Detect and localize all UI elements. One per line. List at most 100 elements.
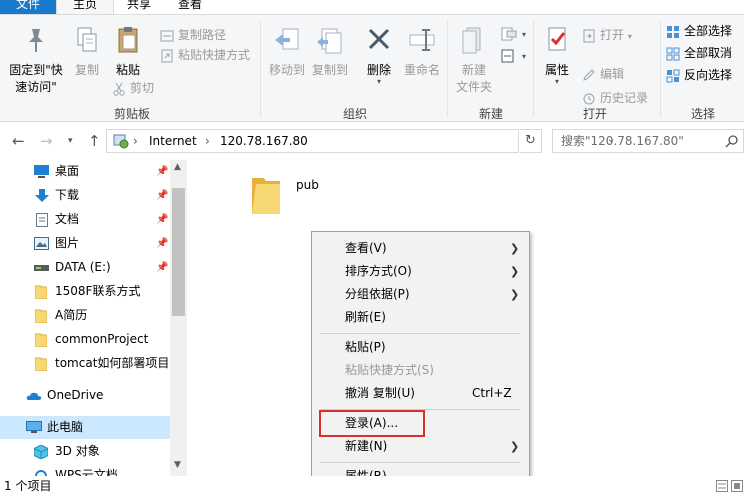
nav-item-documents[interactable]: 文档 📌 — [0, 208, 170, 231]
pin-icon: 📌 — [156, 214, 169, 225]
menu-item-group[interactable]: 分组依据(P) ❯ — [314, 283, 527, 306]
clipboard-group-label: 剪贴板 — [113, 107, 150, 121]
menu-separator — [320, 462, 520, 463]
organize-group-label: 组织 — [342, 107, 367, 121]
nav-item-wps-cloud[interactable]: WPS云文档 — [0, 464, 170, 476]
menu-item-label: 查看(V) — [345, 241, 387, 255]
properties-icon — [548, 27, 566, 51]
folder-item-pub[interactable]: pub — [246, 172, 336, 222]
scroll-down-chevron-icon[interactable]: ▼ — [174, 460, 181, 470]
copy-button[interactable]: 复制 — [70, 25, 104, 79]
properties-dropdown-icon[interactable]: ▾ — [538, 78, 576, 86]
select-none-icon — [666, 47, 680, 60]
menu-item-shortcut: Ctrl+Z — [472, 386, 512, 400]
nav-item-folder[interactable]: tomcat如何部署项目, — [0, 352, 170, 375]
easy-access-button[interactable]: ▾ — [500, 45, 526, 65]
forward-arrow-icon[interactable]: → — [40, 132, 53, 150]
network-location-icon — [113, 134, 129, 149]
folder-icon — [35, 285, 47, 299]
nav-item-label: 文档 — [55, 212, 80, 226]
copy-to-button[interactable]: 复制到 — [309, 25, 351, 79]
edit-button[interactable]: 编辑 — [582, 64, 624, 84]
nav-item-folder[interactable]: 1508F联系方式 — [0, 280, 170, 303]
details-view-icon[interactable] — [716, 480, 728, 492]
nav-item-folder[interactable]: commonProject — [0, 328, 170, 351]
menu-item-paste[interactable]: 粘贴(P) — [314, 336, 527, 359]
menu-item-label: 粘贴快捷方式(S) — [345, 363, 434, 377]
properties-button[interactable]: 属性 ▾ — [538, 25, 576, 86]
move-to-icon — [275, 28, 299, 50]
nav-item-onedrive[interactable]: OneDrive — [0, 384, 170, 407]
address-segment-host[interactable]: 120.78.167.80 — [220, 134, 308, 148]
paste-shortcut-button[interactable]: 粘贴快捷方式 — [160, 45, 250, 65]
new-folder-button[interactable]: 新建 文件夹 — [452, 25, 496, 96]
open-dropdown-icon: ▾ — [627, 32, 632, 41]
nav-item-label: A简历 — [55, 308, 88, 322]
scroll-up-chevron-icon[interactable]: ▲ — [174, 162, 181, 172]
wps-cloud-icon — [35, 470, 47, 476]
large-icons-view-icon[interactable] — [731, 480, 743, 492]
paste-shortcut-icon — [161, 49, 173, 62]
search-input[interactable] — [553, 130, 723, 152]
nav-item-label: 3D 对象 — [55, 444, 100, 458]
menu-item-paste-shortcut[interactable]: 粘贴快捷方式(S) — [314, 359, 527, 382]
tab-view[interactable]: 查看 — [164, 0, 216, 14]
copy-path-button[interactable]: 复制路径 — [160, 25, 226, 45]
address-bar[interactable]: › Internet › 120.78.167.80 ⌄ — [106, 129, 615, 153]
select-all-button[interactable]: 全部选择 — [666, 21, 732, 41]
tab-home[interactable]: 主页 — [56, 0, 114, 14]
edit-icon — [583, 68, 595, 81]
pin-to-quick-access-button[interactable]: 固定到"快 速访问" — [4, 25, 68, 96]
delete-button[interactable]: 删除 ▾ — [362, 25, 396, 86]
nav-item-folder[interactable]: A简历 — [0, 304, 170, 327]
pin-icon: 📌 — [156, 166, 169, 177]
nav-item-label: DATA (E:) — [55, 260, 111, 274]
select-group-label: 选择 — [690, 107, 715, 121]
nav-item-3d-objects[interactable]: 3D 对象 — [0, 440, 170, 463]
up-arrow-icon[interactable]: ↑ — [88, 132, 101, 150]
nav-item-downloads[interactable]: 下载 📌 — [0, 184, 170, 207]
nav-item-this-pc[interactable]: 此电脑 — [0, 416, 170, 439]
nav-item-label: 下载 — [55, 188, 80, 202]
move-to-label: 移动到 — [268, 63, 305, 77]
address-segment-internet[interactable]: Internet — [149, 134, 197, 148]
nav-item-pictures[interactable]: 图片 📌 — [0, 232, 170, 255]
address-chevron-icon[interactable]: › — [133, 134, 138, 148]
move-to-button[interactable]: 移动到 — [266, 25, 308, 79]
recent-locations-chevron-icon[interactable]: ▾ — [68, 136, 73, 146]
back-arrow-icon[interactable]: ← — [12, 132, 25, 150]
address-chevron-icon[interactable]: › — [205, 134, 210, 148]
copy-path-label: 复制路径 — [178, 28, 227, 42]
paste-button[interactable]: 粘贴 — [110, 25, 146, 79]
nav-item-desktop[interactable]: 桌面 📌 — [0, 160, 170, 183]
paste-icon — [118, 27, 138, 53]
search-box[interactable] — [552, 129, 744, 153]
nav-item-label: WPS云文档 — [55, 468, 118, 476]
file-explorer-window: 文件 主页 共享 查看 固定到"快 速访问" 复制 粘贴 复制路径 粘贴快捷方式… — [0, 0, 744, 496]
scrollbar-thumb[interactable] — [172, 188, 185, 316]
search-icon[interactable] — [725, 134, 739, 148]
tab-share[interactable]: 共享 — [114, 0, 164, 14]
rename-button[interactable]: 重命名 — [401, 25, 443, 79]
select-none-button[interactable]: 全部取消 — [666, 43, 732, 63]
delete-dropdown-icon[interactable]: ▾ — [362, 78, 396, 86]
nav-pane-scrollbar[interactable]: ▲ ▼ — [170, 160, 187, 476]
menu-item-undo-copy[interactable]: 撤消 复制(U) Ctrl+Z — [314, 382, 527, 405]
rename-label: 重命名 — [403, 63, 440, 77]
menu-item-new[interactable]: 新建(N) ❯ — [314, 435, 527, 458]
folder-item-label: pub — [296, 178, 319, 192]
tab-file[interactable]: 文件 — [0, 0, 56, 14]
menu-item-view[interactable]: 查看(V) ❯ — [314, 237, 527, 260]
nav-item-drive-e[interactable]: DATA (E:) 📌 — [0, 256, 170, 279]
cut-button[interactable]: 剪切 — [112, 78, 154, 98]
paste-shortcut-label: 粘贴快捷方式 — [178, 48, 251, 62]
copy-icon — [77, 27, 97, 52]
menu-item-refresh[interactable]: 刷新(E) — [314, 306, 527, 329]
invert-selection-button[interactable]: 反向选择 — [666, 65, 732, 85]
history-label: 历史记录 — [600, 91, 649, 105]
menu-item-sort[interactable]: 排序方式(O) ❯ — [314, 260, 527, 283]
easy-access-dropdown-icon: ▾ — [522, 52, 527, 61]
refresh-icon[interactable]: ↻ — [520, 129, 542, 153]
new-item-button[interactable]: ▾ — [500, 23, 526, 43]
open-button[interactable]: 打开 ▾ — [582, 25, 632, 45]
